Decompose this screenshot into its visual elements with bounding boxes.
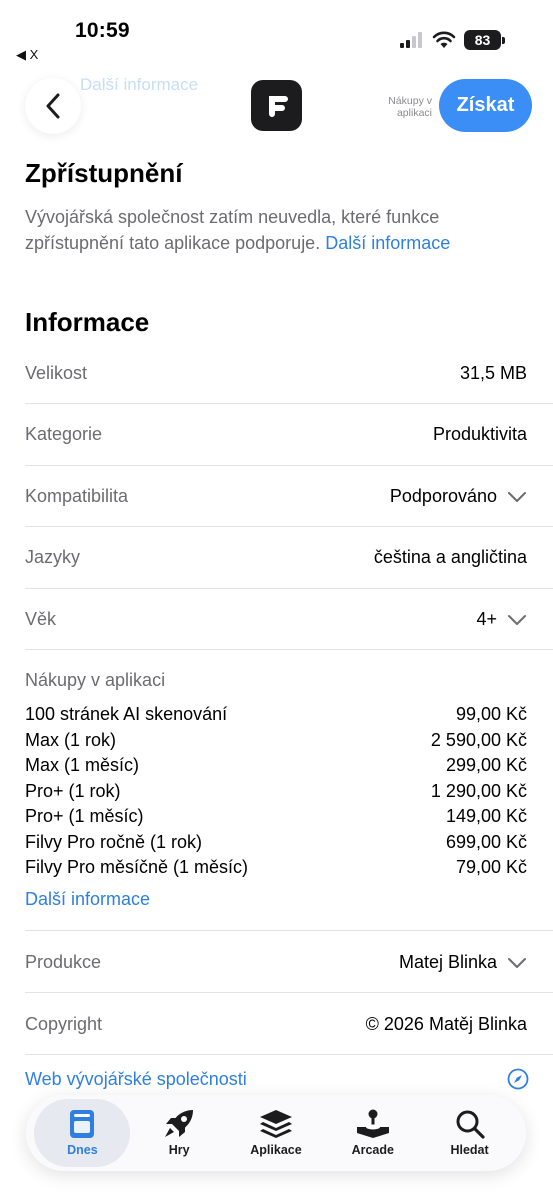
- iap-title: Nákupy v aplikaci: [25, 670, 166, 690]
- info-value: 31,5 MB: [459, 363, 527, 383]
- today-icon: [70, 1110, 95, 1138]
- info-label: Produkce: [25, 952, 102, 972]
- iap-item-price: 299,00 Kč: [445, 755, 527, 775]
- tab-label: Dnes: [67, 1143, 98, 1157]
- tab-bar: Dnes Hry Aplikace Arcade Hledat: [26, 1095, 526, 1171]
- background-faded-link: Další informace: [80, 75, 199, 94]
- iap-item-price: 149,00 Kč: [445, 806, 527, 826]
- signal-icon: [400, 32, 422, 48]
- in-app-purchases-note: Nákupy v aplikaci: [388, 95, 432, 119]
- divider: [25, 992, 553, 993]
- app-logo-icon: [268, 95, 288, 117]
- iap-item-price: 2 590,00 Kč: [430, 729, 527, 750]
- info-label: Kompatibilita: [25, 486, 129, 506]
- iap-item-name: Filvy Pro ročně (1 rok): [25, 831, 203, 852]
- info-row-copyright: Copyright © 2026 Matěj Blinka: [25, 994, 527, 1055]
- iap-item: Max (1 rok) 2 590,00 Kč: [25, 728, 527, 754]
- chevron-down-icon: [508, 614, 526, 625]
- iap-item: Max (1 měsíc) 299,00 Kč: [25, 753, 527, 779]
- iap-item-name: Pro+ (1 rok): [25, 780, 121, 801]
- iap-item-name: Pro+ (1 měsíc): [25, 806, 144, 826]
- info-value: Matej Blinka: [398, 952, 497, 972]
- developer-website-link[interactable]: Web vývojářské společnosti: [25, 1068, 529, 1090]
- search-icon: [456, 1110, 485, 1139]
- info-label: Jazyky: [25, 547, 81, 567]
- get-button[interactable]: Získat: [439, 79, 532, 132]
- back-to-app-link[interactable]: ◀ X: [16, 47, 38, 63]
- tab-apps[interactable]: Aplikace: [228, 1099, 324, 1167]
- info-value: Produktivita: [432, 424, 527, 444]
- info-value: čeština a angličtina: [373, 547, 527, 567]
- compass-icon: [507, 1068, 529, 1090]
- iap-item-name: Max (1 měsíc): [25, 755, 140, 775]
- iap-item-name: Filvy Pro měsíčně (1 měsíc): [25, 857, 249, 877]
- divider: [25, 1054, 553, 1055]
- information-title: Informace: [25, 307, 150, 337]
- iap-item-name: 100 stránek AI skenování: [25, 704, 228, 724]
- battery-indicator: 83: [464, 30, 505, 50]
- back-button[interactable]: [25, 78, 81, 134]
- iap-more-link[interactable]: Další informace: [25, 889, 150, 910]
- divider: [25, 930, 553, 931]
- iap-item: Pro+ (1 měsíc) 149,00 Kč: [25, 804, 527, 830]
- apps-stack-icon: [259, 1110, 292, 1138]
- iap-item: Filvy Pro měsíčně (1 měsíc) 79,00 Kč: [25, 855, 527, 881]
- rocket-icon: [165, 1110, 194, 1137]
- info-label: Věk: [25, 609, 57, 629]
- info-value: © 2026 Matěj Blinka: [365, 1014, 527, 1034]
- tab-search[interactable]: Hledat: [422, 1099, 518, 1167]
- iap-item: Pro+ (1 rok) 1 290,00 Kč: [25, 779, 527, 805]
- iap-item-name: Max (1 rok): [25, 729, 117, 750]
- info-value: 4+: [476, 609, 497, 629]
- app-icon: [251, 80, 302, 131]
- iap-item-price: 1 290,00 Kč: [430, 780, 527, 801]
- tab-label: Aplikace: [250, 1143, 302, 1157]
- info-row-compatibility[interactable]: Kompatibilita Podporováno: [25, 466, 527, 527]
- iap-list: 100 stránek AI skenování 99,00 Kč Max (1…: [25, 702, 527, 881]
- accessibility-title: Zpřístupnění: [25, 158, 183, 188]
- tab-label: Hledat: [450, 1143, 489, 1157]
- info-row-size: Velikost 31,5 MB: [25, 343, 527, 404]
- info-label: Kategorie: [25, 424, 103, 444]
- info-row-languages: Jazyky čeština a angličtina: [25, 527, 527, 588]
- info-row-category: Kategorie Produktivita: [25, 404, 527, 465]
- iap-item: Filvy Pro ročně (1 rok) 699,00 Kč: [25, 830, 527, 856]
- info-value: Podporováno: [389, 486, 497, 506]
- tab-label: Hry: [168, 1143, 190, 1157]
- accessibility-description: Vývojářská společnost zatím neuvedla, kt…: [25, 204, 530, 256]
- info-row-age[interactable]: Věk 4+: [25, 589, 527, 650]
- developer-website-label: Web vývojářské společnosti: [25, 1068, 247, 1089]
- chevron-down-icon: [508, 491, 526, 502]
- info-label: Copyright: [25, 1014, 103, 1034]
- divider: [25, 649, 553, 650]
- status-bar: 10:59 ◀ X 83: [0, 0, 553, 62]
- joystick-icon: [356, 1109, 389, 1138]
- status-icons: 83: [400, 30, 505, 50]
- chevron-down-icon: [508, 957, 526, 968]
- wifi-icon: [432, 31, 456, 48]
- chevron-left-icon: [46, 93, 60, 119]
- iap-item: 100 stránek AI skenování 99,00 Kč: [25, 702, 527, 728]
- iap-item-price: 79,00 Kč: [455, 857, 527, 877]
- tab-label: Arcade: [351, 1143, 394, 1157]
- iap-item-price: 99,00 Kč: [455, 704, 527, 724]
- iap-item-price: 699,00 Kč: [445, 831, 527, 852]
- tab-games[interactable]: Hry: [131, 1099, 227, 1167]
- accessibility-more-link[interactable]: Další informace: [325, 233, 450, 253]
- tab-arcade[interactable]: Arcade: [325, 1099, 421, 1167]
- status-time: 10:59: [75, 19, 130, 42]
- info-row-producer[interactable]: Produkce Matej Blinka: [25, 932, 527, 993]
- tab-today[interactable]: Dnes: [34, 1099, 131, 1167]
- info-label: Velikost: [25, 363, 88, 383]
